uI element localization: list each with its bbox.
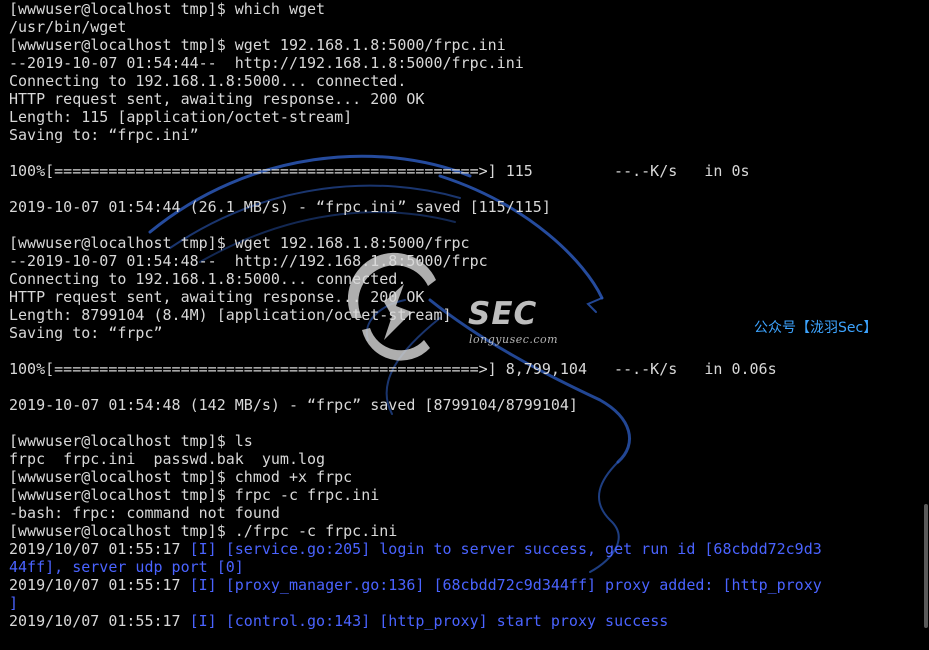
terminal-text: [wwwuser@localhost tmp]$ ls [9,432,253,450]
terminal-line: 2019-10-07 01:54:44 (26.1 MB/s) - “frpc.… [9,198,822,216]
log-message: [I] [proxy_manager.go:136] [68cbdd72c9d3… [189,576,822,594]
terminal-line: --2019-10-07 01:54:44-- http://192.168.1… [9,54,822,72]
terminal-text: frpc frpc.ini passwd.bak yum.log [9,450,326,468]
terminal-text: Length: 8799104 (8.4M) [application/octe… [9,306,452,324]
terminal-line: Length: 115 [application/octet-stream] [9,108,822,126]
terminal-text: Saving to: “frpc.ini” [9,126,199,144]
terminal-text: /usr/bin/wget [9,18,127,36]
terminal-line: 2019/10/07 01:55:17 [I] [proxy_manager.g… [9,576,822,594]
terminal-line: 2019-10-07 01:54:48 (142 MB/s) - “frpc” … [9,396,822,414]
log-message: 44ff], server udp port [0] [9,558,244,576]
terminal-text: --2019-10-07 01:54:44-- http://192.168.1… [9,54,524,72]
terminal-text: HTTP request sent, awaiting response... … [9,90,425,108]
terminal-line: [wwwuser@localhost tmp]$ wget 192.168.1.… [9,234,822,252]
terminal-text: [wwwuser@localhost tmp]$ wget 192.168.1.… [9,234,470,252]
terminal-text: Connecting to 192.168.1.8:5000... connec… [9,270,407,288]
scrollbar-thumb[interactable] [924,504,928,628]
terminal-text: Saving to: “frpc” [9,324,163,342]
terminal-text: 2019/10/07 01:55:17 [9,576,190,594]
terminal-text: Connecting to 192.168.1.8:5000... connec… [9,72,407,90]
terminal-line: [wwwuser@localhost tmp]$ chmod +x frpc [9,468,822,486]
terminal-line: ] [9,594,822,612]
terminal-line: /usr/bin/wget [9,18,822,36]
terminal-line: [wwwuser@localhost tmp]$ which wget [9,0,822,18]
terminal-text: 2019/10/07 01:55:17 [9,540,190,558]
terminal-line: 44ff], server udp port [0] [9,558,822,576]
terminal-text: 100%[===================================… [9,360,777,378]
terminal-text: 2019-10-07 01:54:44 (26.1 MB/s) - “frpc.… [9,198,551,216]
terminal-line: 2019/10/07 01:55:17 [I] [control.go:143]… [9,612,822,630]
terminal-text: [wwwuser@localhost tmp]$ wget 192.168.1.… [9,36,506,54]
terminal-text: HTTP request sent, awaiting response... … [9,288,425,306]
watermark-brand: SEC [468,296,538,332]
terminal-output: [wwwuser@localhost tmp]$ which wget/usr/… [9,0,822,630]
terminal-line: 100%[===================================… [9,162,822,180]
terminal-line: HTTP request sent, awaiting response... … [9,288,822,306]
terminal-text: [wwwuser@localhost tmp]$ frpc -c frpc.in… [9,486,380,504]
terminal-line: --2019-10-07 01:54:48-- http://192.168.1… [9,252,822,270]
terminal-line: Connecting to 192.168.1.8:5000... connec… [9,270,822,288]
terminal-line: Connecting to 192.168.1.8:5000... connec… [9,72,822,90]
log-message: ] [9,594,19,612]
terminal-text: --2019-10-07 01:54:48-- http://192.168.1… [9,252,488,270]
terminal-line: 100%[===================================… [9,360,822,378]
terminal-line: [wwwuser@localhost tmp]$ ls [9,432,822,450]
terminal-line: -bash: frpc: command not found [9,504,822,522]
terminal-line: HTTP request sent, awaiting response... … [9,90,822,108]
terminal-line: Saving to: “frpc.ini” [9,126,822,144]
terminal-line: 2019/10/07 01:55:17 [I] [service.go:205]… [9,540,822,558]
terminal-line: Length: 8799104 (8.4M) [application/octe… [9,306,822,324]
terminal-line: [wwwuser@localhost tmp]$ wget 192.168.1.… [9,36,822,54]
terminal-text: [wwwuser@localhost tmp]$ chmod +x frpc [9,468,353,486]
terminal-text: -bash: frpc: command not found [9,504,280,522]
terminal-window[interactable]: [wwwuser@localhost tmp]$ which wget/usr/… [0,0,929,650]
terminal-text: Length: 115 [application/octet-stream] [9,108,353,126]
terminal-text: 2019-10-07 01:54:48 (142 MB/s) - “frpc” … [9,396,578,414]
terminal-text: [wwwuser@localhost tmp]$ which wget [9,0,326,18]
log-message: [I] [control.go:143] [http_proxy] start … [189,612,669,630]
terminal-line: frpc frpc.ini passwd.bak yum.log [9,450,822,468]
terminal-line: [wwwuser@localhost tmp]$ ./frpc -c frpc.… [9,522,822,540]
terminal-line: [wwwuser@localhost tmp]$ frpc -c frpc.in… [9,486,822,504]
terminal-text: 2019/10/07 01:55:17 [9,612,190,630]
terminal-text: [wwwuser@localhost tmp]$ ./frpc -c frpc.… [9,522,398,540]
terminal-line: Saving to: “frpc” [9,324,822,342]
log-message: [I] [service.go:205] login to server suc… [189,540,822,558]
watermark-url: longyusec.com [469,333,559,346]
terminal-text: 100%[===================================… [9,162,750,180]
wechat-account-label: 公众号【泷羽Sec】 [754,320,878,336]
